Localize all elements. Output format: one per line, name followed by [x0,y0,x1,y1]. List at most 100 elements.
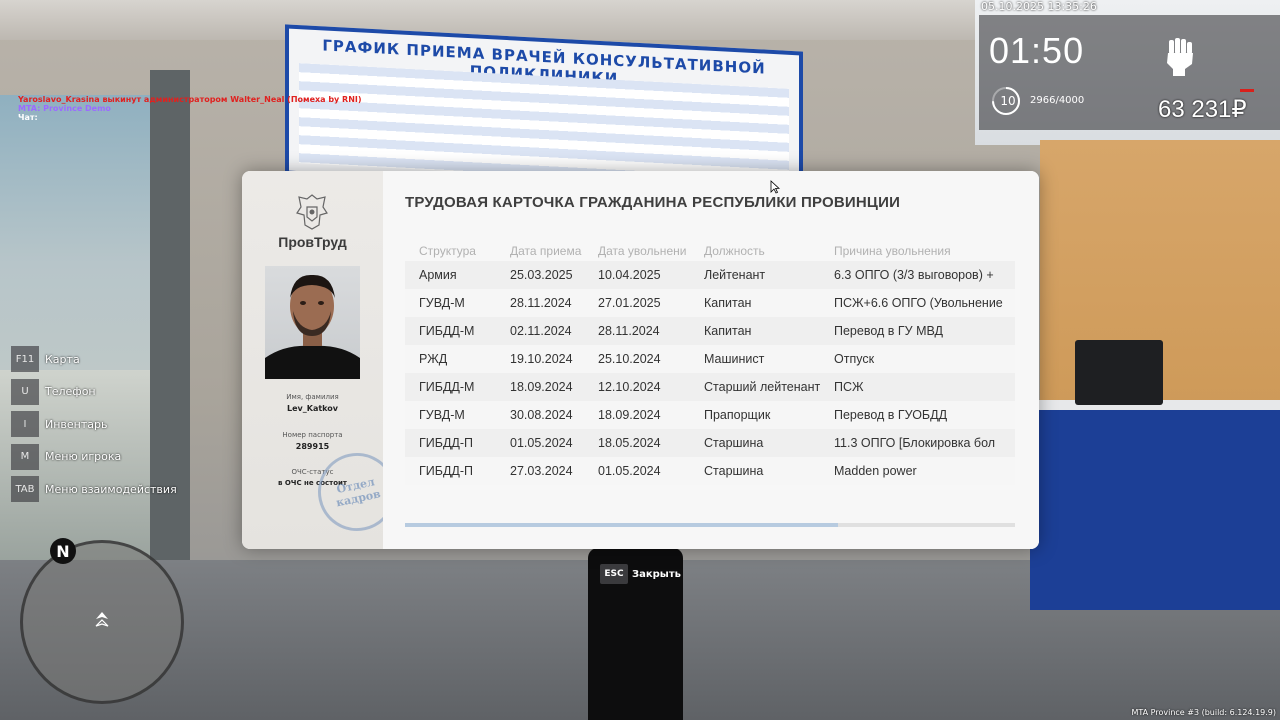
card-profile-panel: ПровТруд Имя, фамилия Lev_Katkov Номер п… [242,171,404,549]
chat-label: Чат: [18,113,38,122]
cell-position: Капитан [704,296,752,310]
cell-position: Старшина [704,464,764,478]
chat-line: Yaroslavo_Krasina выкинут администраторо… [18,95,362,104]
cell-reason: Перевод в ГУОБДД [834,408,948,422]
cell-structure: ГИБДД-П [419,464,474,478]
hotkey-label: Карта [45,352,80,366]
employment-card-modal: ПровТруд Имя, фамилия Lev_Katkov Номер п… [242,171,1039,549]
table-header: Структура Дата приема Дата увольнени Дол… [405,241,1015,261]
fist-icon [1167,38,1193,76]
column-header: Причина увольнения [834,244,951,258]
cell-position: Прапорщик [704,408,771,422]
hotkey-label: Меню взаимодействия [45,482,177,496]
cell-hire-date: 28.11.2024 [510,296,572,310]
column-header: Дата приема [510,244,582,258]
table-row: Армия 25.03.2025 10.04.2025 Лейтенант 6.… [405,261,1015,289]
cell-hire-date: 19.10.2024 [510,352,573,366]
player-position-icon [95,612,109,627]
cell-dismissal-date: 01.05.2024 [598,464,661,478]
column-header: Дата увольнени [598,244,687,258]
player-xp: 2966/4000 [1030,95,1085,106]
player-level: 10 [1000,94,1016,108]
cell-dismissal-date: 18.09.2024 [598,408,661,422]
esc-key[interactable]: ESC [600,564,628,584]
cell-hire-date: 02.11.2024 [510,324,572,338]
cell-dismissal-date: 10.04.2025 [598,268,661,282]
horizontal-scrollbar[interactable] [405,523,1015,527]
card-title: ТРУДОВАЯ КАРТОЧКА ГРАЖДАНИНА РЕСПУБЛИКИ … [405,194,901,211]
cell-position: Капитан [704,324,752,338]
hotkey-map[interactable]: F11 Карта [11,346,177,372]
passport-label: Номер паспорта [282,431,343,439]
cell-hire-date: 25.03.2025 [510,268,573,282]
health-indicator [1240,89,1254,92]
table-row: РЖД 19.10.2024 25.10.2024 Машинист Отпус… [405,345,1015,373]
cell-structure: ГИБДД-П [419,436,474,450]
coat-of-arms-icon [296,194,328,230]
passport-value: 289915 [295,442,330,451]
close-hint[interactable]: ESC Закрыть [600,564,681,584]
reception-monitor [1075,340,1163,405]
cell-reason: Перевод в ГУ МВД [834,324,944,338]
player-money: 63 231₽ [1158,96,1247,123]
cell-reason: ПСЖ [834,380,864,394]
cell-dismissal-date: 27.01.2025 [598,296,661,310]
hotkey-interaction-menu[interactable]: TAB Меню взаимодействия [11,476,177,502]
cell-reason: Madden power [834,464,917,478]
employment-table: Структура Дата приема Дата увольнени Дол… [405,241,1015,485]
cell-structure: РЖД [419,352,448,366]
hotkey-phone[interactable]: U Телефон [11,378,177,405]
hotkey-key: I [11,411,39,437]
cell-hire-date: 18.09.2024 [510,380,573,394]
cell-dismissal-date: 28.11.2024 [598,324,660,338]
cell-structure: ГИБДД-М [419,380,475,394]
reception-counter [1030,410,1280,610]
cell-structure: ГИБДД-М [419,324,475,338]
table-row: ГИБДД-П 27.03.2024 01.05.2024 Старшина M… [405,457,1015,485]
cell-hire-date: 27.03.2024 [510,464,573,478]
scrollbar-thumb[interactable] [405,523,838,527]
table-row: ГУВД-М 28.11.2024 27.01.2025 Капитан ПСЖ… [405,289,1015,317]
cell-reason: 11.3 ОПГО [Блокировка бол [834,436,996,450]
cell-structure: Армия [419,268,457,282]
cell-reason: 6.3 ОПГО (3/3 выговоров) + [834,268,994,282]
cell-position: Старшина [704,436,764,450]
chat-box: Yaroslavo_Krasina выкинут администраторо… [18,95,362,122]
hotkey-inventory[interactable]: I Инвентарь [11,411,177,437]
hotkey-player-menu[interactable]: M Меню игрока [11,443,177,470]
citizen-photo [265,266,360,379]
cell-hire-date: 30.08.2024 [510,408,573,422]
column-header: Структура [419,244,476,258]
hud-clock: 01:50 [989,30,1085,71]
cell-reason: ПСЖ+6.6 ОПГО (Увольнение [834,296,1003,310]
cell-structure: ГУВД-М [419,296,465,310]
cell-dismissal-date: 25.10.2024 [598,352,661,366]
mouse-cursor-icon [770,180,780,194]
hotkey-label: Меню игрока [45,450,122,463]
hotkey-label: Инвентарь [45,417,108,431]
cell-dismissal-date: 18.05.2024 [598,436,661,450]
hotkey-list: F11 Карта U Телефон I Инвентарь M Меню и… [11,346,177,509]
hotkey-key: TAB [11,476,39,502]
name-value: Lev_Katkov [287,404,338,413]
cell-position: Машинист [704,352,765,366]
hud-datetime: 05.10.2025 13:35:26 [981,0,1097,13]
table-row: ГИБДД-П 01.05.2024 18.05.2024 Старшина 1… [405,429,1015,457]
cell-hire-date: 01.05.2024 [510,436,573,450]
chat-line: MTA: Province Demo [18,104,111,113]
hotkey-label: Телефон [45,385,96,398]
column-header: Должность [704,244,765,258]
cell-reason: Отпуск [834,352,875,366]
cell-position: Лейтенант [704,268,766,282]
close-label: Закрыть [632,568,681,580]
cell-structure: ГУВД-М [419,408,465,422]
build-info: MTA Province #3 (build: 6.124.19.9) [1131,708,1276,717]
table-body: Армия 25.03.2025 10.04.2025 Лейтенант 6.… [405,261,1015,485]
name-label: Имя, фамилия [286,393,339,401]
organization-name: ПровТруд [278,234,347,250]
compass-north-icon: N [50,538,76,564]
hotkey-key: M [11,443,39,470]
avatar [265,274,360,379]
cell-position: Старший лейтенант [704,380,821,394]
hotkey-key: U [11,378,39,405]
